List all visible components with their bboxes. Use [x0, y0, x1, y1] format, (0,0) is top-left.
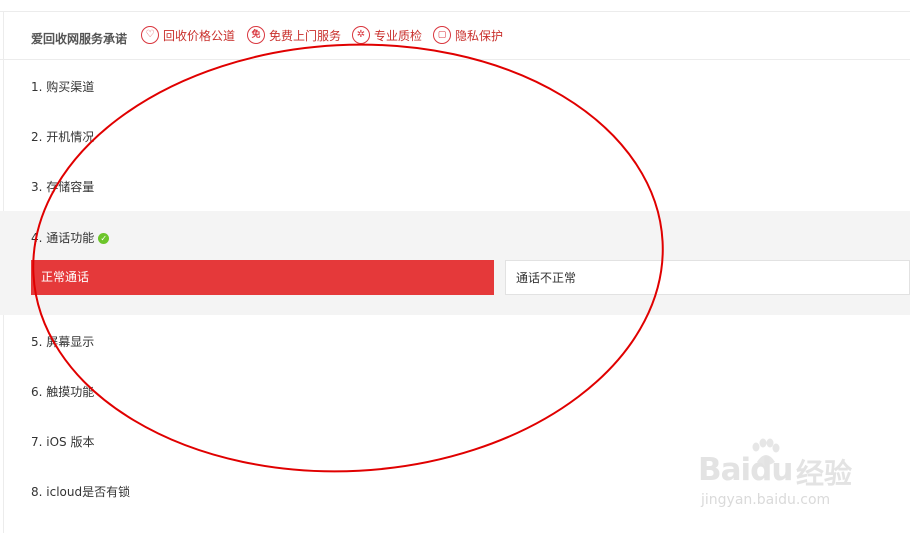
question-label: 7. iOS 版本: [31, 435, 95, 449]
question-label: 3. 存储容量: [31, 180, 95, 194]
promise-label: 回收价格公道: [163, 28, 236, 43]
free-icon: 免: [247, 26, 265, 44]
option-call-abnormal[interactable]: 通话不正常: [505, 260, 910, 295]
service-promise-bar: 爱回收网服务承诺 ♡ 回收价格公道 免 免费上门服务 ✲ 专业质检 ▢ 隐私保护: [0, 12, 910, 60]
promise-label: 专业质检: [374, 28, 423, 43]
watermark-brand: Baidu: [698, 452, 793, 488]
check-icon: ✓: [98, 233, 110, 244]
question-screen-display[interactable]: 5. 屏幕显示: [0, 315, 910, 365]
question-label-text: 4. 通话功能: [31, 231, 95, 245]
watermark-product: 经验: [796, 457, 853, 490]
question-label: 5. 屏幕显示: [31, 335, 95, 349]
question-call-function[interactable]: 4. 通话功能 ✓ 正常通话 通话不正常: [0, 211, 910, 315]
promise-item-inspection: ✲ 专业质检: [352, 26, 422, 44]
question-label: 6. 触摸功能: [31, 385, 95, 399]
question-label: 1. 购买渠道: [31, 80, 95, 94]
question-touch[interactable]: 6. 触摸功能: [0, 365, 910, 415]
question-storage[interactable]: 3. 存储容量: [0, 160, 910, 210]
gear-icon: ✲: [352, 26, 370, 44]
promise-label: 免费上门服务: [269, 28, 342, 43]
promise-label: 隐私保护: [455, 28, 504, 43]
question-purchase-channel[interactable]: 1. 购买渠道: [0, 60, 910, 110]
baidu-jingyan-watermark: Baidu 经验 jingyan.baidu.com: [698, 438, 868, 518]
question-label: 8. icloud是否有锁: [31, 485, 131, 499]
question-boot-status[interactable]: 2. 开机情况: [0, 110, 910, 160]
promise-item-privacy: ▢ 隐私保护: [433, 26, 503, 44]
heart-icon: ♡: [141, 26, 159, 44]
option-normal-call[interactable]: 正常通话: [31, 260, 494, 295]
watermark-url: jingyan.baidu.com: [701, 492, 831, 508]
question-label: 4. 通话功能 ✓: [31, 229, 110, 246]
promise-item-free-pickup: 免 免费上门服务: [247, 26, 341, 44]
promise-item-fair-price: ♡ 回收价格公道: [141, 26, 235, 44]
promise-title: 爱回收网服务承诺: [31, 32, 128, 46]
question-label: 2. 开机情况: [31, 130, 95, 144]
privacy-icon: ▢: [433, 26, 451, 44]
